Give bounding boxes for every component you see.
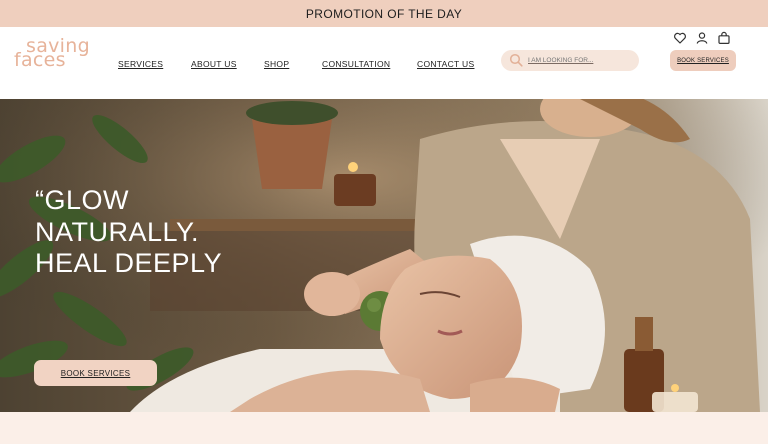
header-icons (673, 31, 733, 45)
nav-about-us[interactable]: ABOUT US (191, 59, 237, 69)
nav-services[interactable]: SERVICES (118, 59, 163, 69)
nav-contact-us[interactable]: CONTACT US (417, 59, 474, 69)
main-nav: SERVICES ABOUT US SHOP CONSULTATION CONT… (0, 59, 520, 73)
hero-headline: “GLOW NATURALLY. HEAL DEEPLY (35, 185, 222, 280)
nav-shop[interactable]: SHOP (264, 59, 289, 69)
hero-headline-line1: “GLOW (35, 185, 129, 215)
header-book-services-button[interactable]: BOOK SERVICES (670, 50, 736, 71)
hero-headline-line2: NATURALLY. (35, 216, 200, 247)
user-icon[interactable] (695, 31, 709, 45)
section-divider (0, 412, 768, 444)
heart-icon[interactable] (673, 31, 687, 45)
hero-headline-line3: HEAL DEEPLY (35, 248, 223, 278)
promo-banner[interactable]: PROMOTION OF THE DAY (0, 0, 768, 27)
site-header: saving faces SERVICES ABOUT US SHOP CONS… (0, 27, 768, 99)
hero-section: “GLOW NATURALLY. HEAL DEEPLY BOOK SERVIC… (0, 99, 768, 412)
bag-icon[interactable] (717, 31, 731, 45)
promo-text: PROMOTION OF THE DAY (305, 6, 463, 21)
hero-book-services-button[interactable]: BOOK SERVICES (34, 360, 157, 386)
nav-consultation[interactable]: CONSULTATION (322, 59, 390, 69)
search-box[interactable] (501, 50, 639, 71)
search-icon[interactable] (509, 53, 523, 67)
search-input[interactable] (528, 53, 632, 68)
